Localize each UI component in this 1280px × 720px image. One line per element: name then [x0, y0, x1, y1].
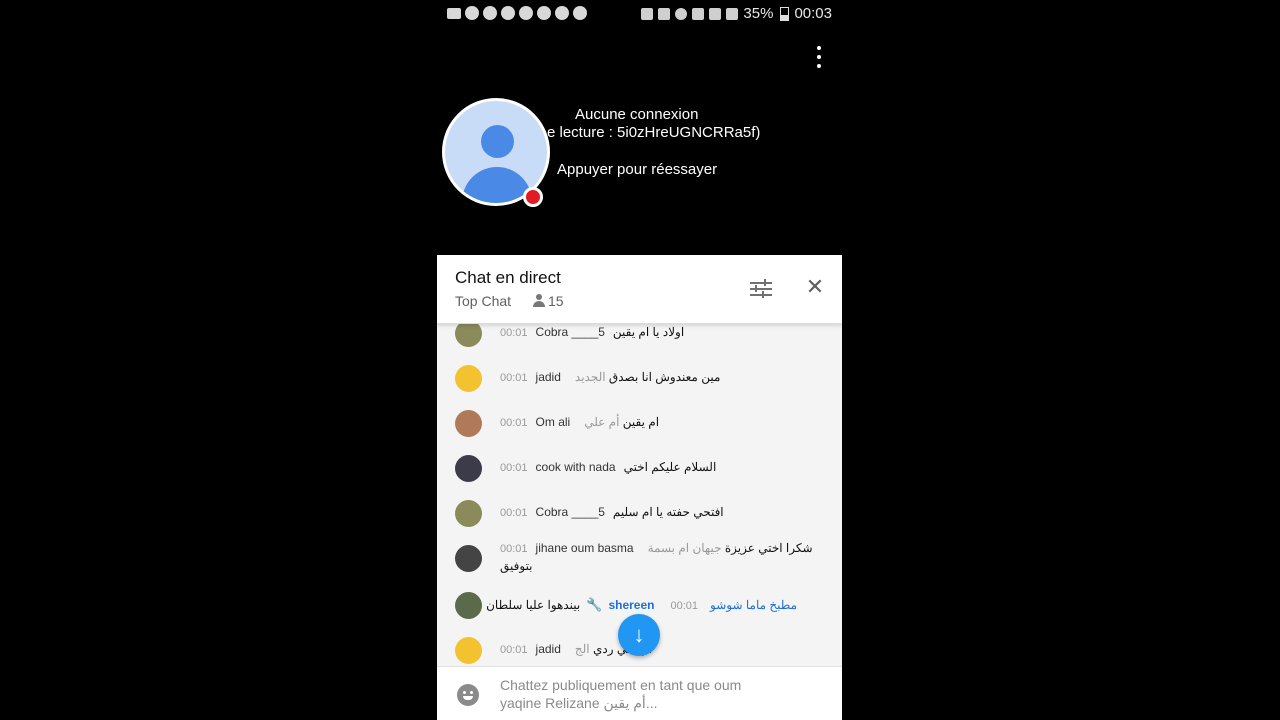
list-item: 00:01 cook with nada السلام عليكم اختي: [437, 453, 842, 493]
message-author: jihane oum basma: [535, 541, 634, 555]
notification-icons: [447, 6, 587, 20]
avatar: [455, 455, 482, 482]
message-text: ام يقين: [622, 415, 660, 429]
chat-title: Chat en direct: [455, 268, 561, 287]
list-item: 00:01 Om ali ام يقين أم علي: [437, 408, 842, 448]
phone-screen: 35% 00:03 Aucune connexion e lecture : 5…: [437, 0, 842, 720]
message-author: Cobra ____5: [535, 505, 605, 519]
battery-percent: 35%: [743, 5, 774, 22]
chat-header: Chat en direct Top Chat 15 ✕: [437, 255, 842, 324]
tune-icon[interactable]: [750, 279, 772, 299]
list-item: 00:01 Cobra ____5 اولاد يا ام يقين: [437, 318, 842, 358]
wrench-icon: 🔧: [586, 597, 603, 612]
message-text: افتحي حفته يا ام سليم: [612, 505, 724, 519]
live-chat-panel: Chat en direct Top Chat 15 ✕ 00:01 Cobra …: [437, 255, 842, 720]
facebook-icon: [537, 6, 551, 20]
chat-input[interactable]: Chattez publiquement en tant que oum yaq…: [500, 676, 820, 712]
avatar: [455, 637, 482, 664]
clock: 00:03: [794, 5, 832, 22]
facebook-icon: [465, 6, 479, 20]
live-indicator: [523, 187, 543, 207]
message-icon: [447, 8, 461, 19]
alarm-icon: [675, 7, 688, 20]
kebab-menu-icon[interactable]: [813, 44, 825, 70]
download-icon: [555, 6, 569, 20]
chat-input-bar[interactable]: Chattez publiquement en tant que oum yaq…: [437, 666, 842, 720]
message-author: shereen: [608, 598, 655, 612]
message-author: jadid: [535, 642, 561, 656]
facebook-icon: [501, 6, 515, 20]
arrow-down-icon[interactable]: ↓: [618, 614, 660, 656]
chat-mode-selector[interactable]: Top Chat: [455, 293, 511, 309]
signal-icon: [726, 7, 739, 20]
facebook-icon: [483, 6, 497, 20]
retry-button[interactable]: Appuyer pour réessayer: [557, 161, 717, 178]
avatar: [455, 320, 482, 347]
battery-icon: [780, 6, 790, 21]
message-author: Cobra ____5: [535, 325, 605, 339]
avatar: [455, 592, 482, 619]
avatar: [455, 365, 482, 392]
message-text: اولاد يا ام يقين: [612, 325, 685, 339]
error-title: Aucune connexion: [575, 106, 699, 123]
facebook-icon: [519, 6, 533, 20]
wifi-icon: [709, 7, 722, 20]
cast-icon: [641, 7, 654, 20]
message-text: السلام عليكم اختي: [623, 460, 717, 474]
system-icons: 35% 00:03: [641, 5, 832, 22]
list-item: 00:01 Cobra ____5 افتحي حفته يا ام سليم: [437, 498, 842, 538]
nfc-icon: [692, 7, 705, 20]
message-author: jadid: [535, 370, 561, 384]
message-author: cook with nada: [535, 460, 616, 474]
list-item: 00:01 jihane oum basma شكرا اختي عزيزة جيه…: [437, 541, 842, 588]
list-item: 00:01 jadid مين معندوش انا بصدق الجديد: [437, 363, 842, 403]
message-text: بيندهوا عليا سلطان: [486, 598, 581, 612]
viewer-count: 15: [548, 293, 564, 309]
message-text-continued: بتوفيق: [500, 559, 533, 573]
avatar: [455, 410, 482, 437]
emoji-icon[interactable]: [457, 684, 479, 706]
avatar: [455, 545, 482, 572]
avatar: [455, 500, 482, 527]
status-bar: 35% 00:03: [437, 0, 842, 28]
person-icon: [533, 294, 545, 307]
mute-icon: [658, 7, 671, 20]
error-detail: e lecture : 5i0zHreUGNCRRa5f): [547, 124, 761, 141]
close-icon[interactable]: ✕: [805, 276, 825, 298]
facebook-icon: [573, 6, 587, 20]
message-text: مين معندوش انا بصدق: [608, 370, 721, 384]
message-text: شكرا اختي عزيزة: [724, 541, 813, 555]
message-author: Om ali: [535, 415, 571, 429]
